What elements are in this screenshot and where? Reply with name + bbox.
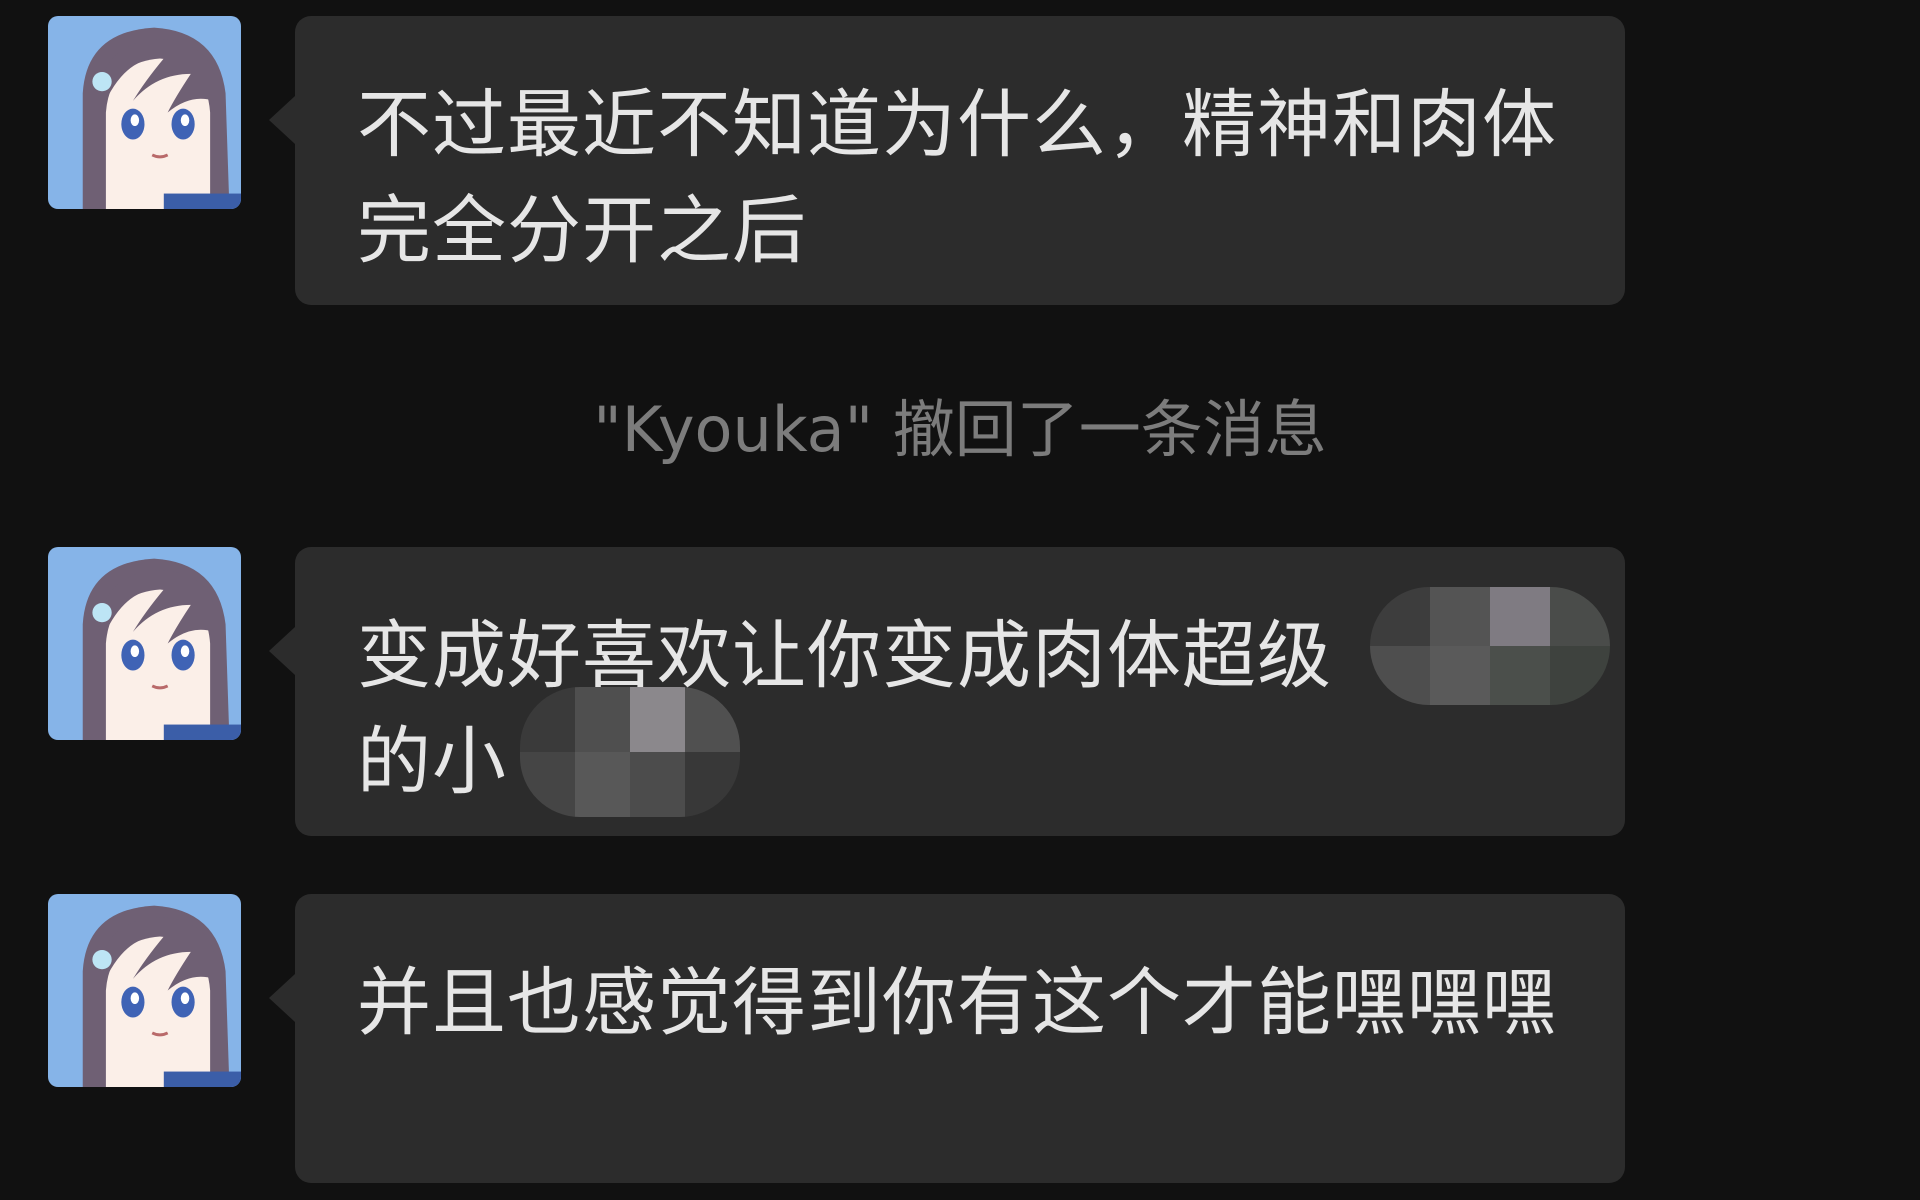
mosaic-redaction [1370,587,1610,705]
message-line-1: 变成好喜欢让你变成肉体超级 [357,613,1332,699]
message-text: 不过最近不知道为什么，精神和肉体完全分开之后 [357,82,1557,274]
avatar[interactable] [48,16,241,209]
avatar[interactable] [48,894,241,1087]
message-bubble[interactable]: 并且也感觉得到你有这个才能嘿嘿嘿 [269,894,1625,1183]
message-bubble[interactable]: 不过最近不知道为什么，精神和肉体完全分开之后 [269,16,1625,305]
anime-girl-avatar-icon [48,16,241,209]
recall-notice: "Kyouka" 撤回了一条消息 [593,393,1327,466]
mosaic-redaction [520,687,740,817]
anime-girl-avatar-icon [48,894,241,1087]
avatar[interactable] [48,547,241,740]
anime-girl-avatar-icon [48,547,241,740]
message-text: 并且也感觉得到你有这个才能嘿嘿嘿 [357,960,1557,1046]
message-line-2: 的小 [357,719,507,805]
message-bubble[interactable]: 变成好喜欢让你变成肉体超级 的小 [269,547,1625,836]
